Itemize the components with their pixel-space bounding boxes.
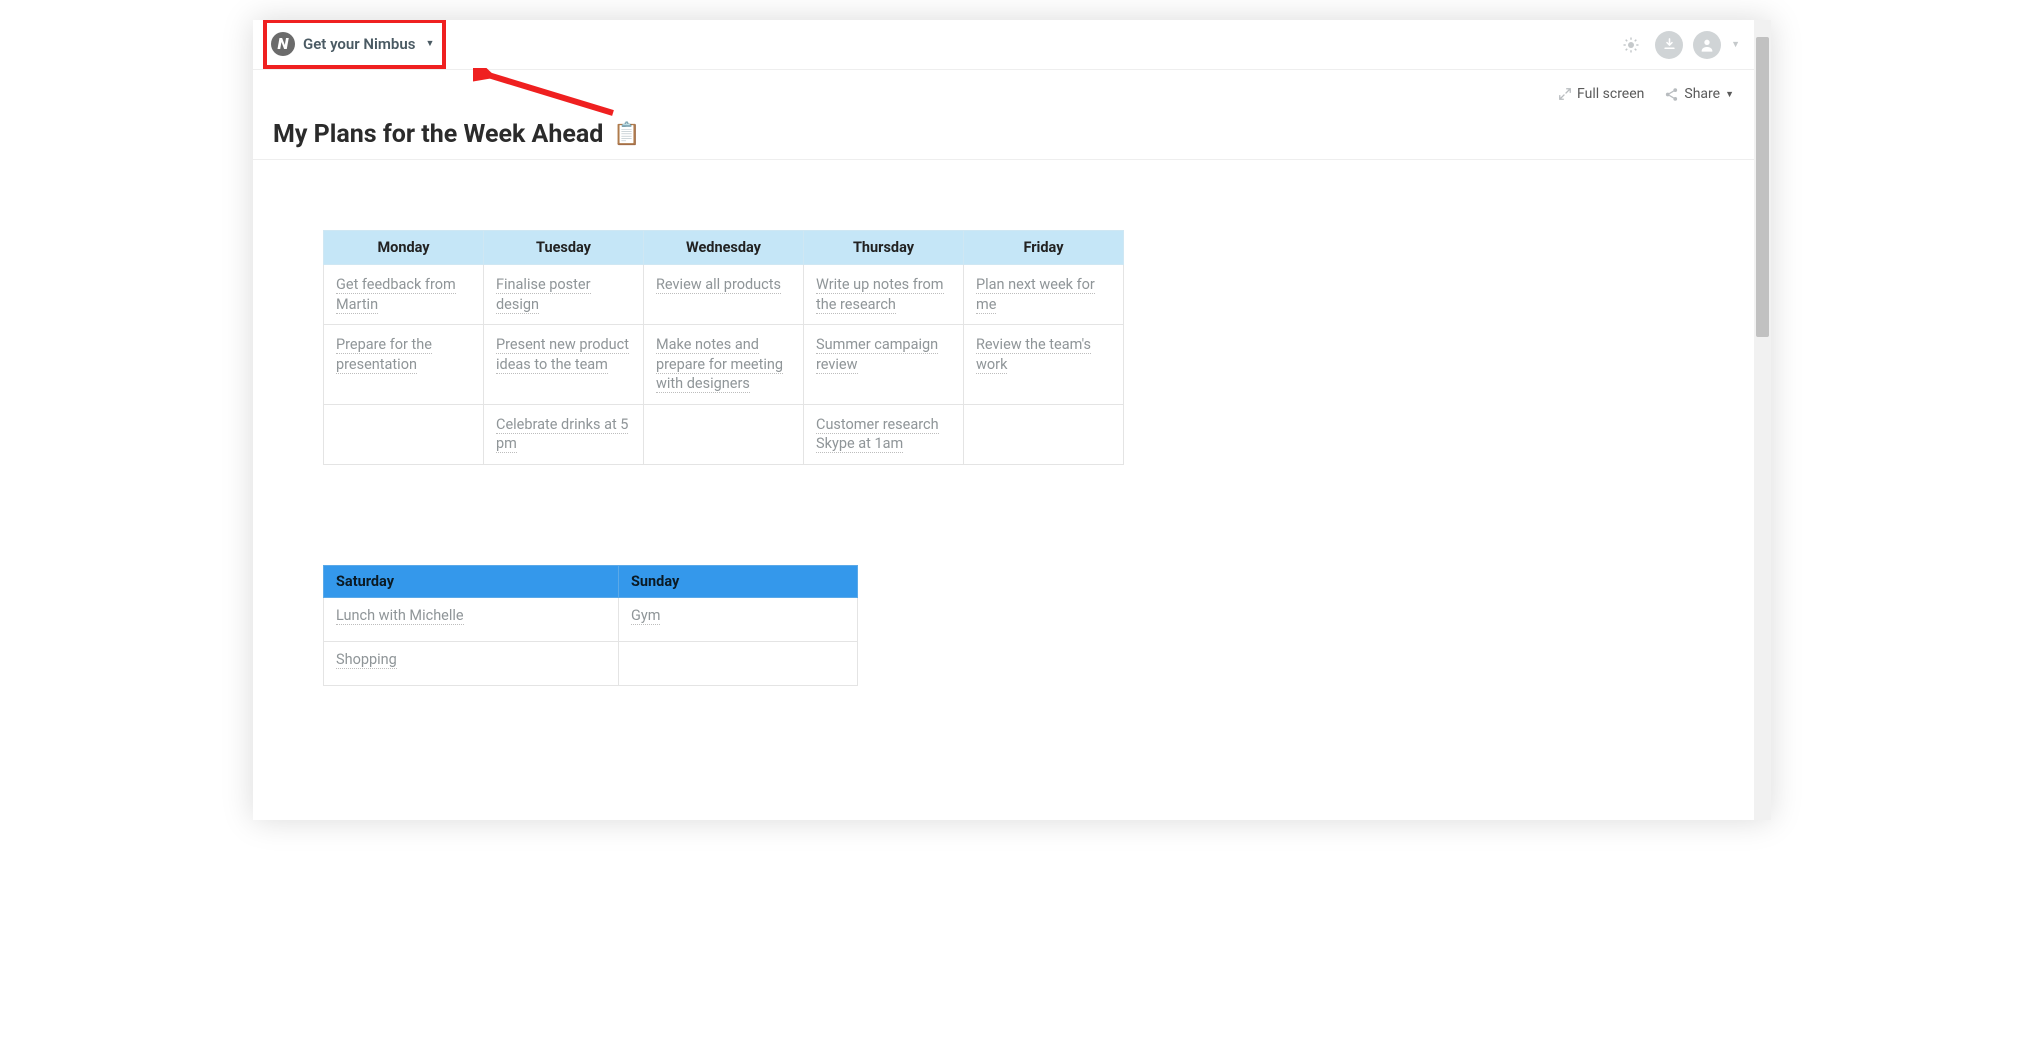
task-text: Lunch with Michelle	[336, 607, 464, 625]
table-row: Shopping	[324, 641, 858, 685]
task-text: Review the team's work	[976, 336, 1091, 374]
vertical-scrollbar[interactable]	[1754, 20, 1771, 820]
table-cell[interactable]	[644, 404, 804, 464]
task-text: Make notes and prepare for meeting with …	[656, 336, 783, 393]
col-header: Tuesday	[484, 231, 644, 265]
download-icon	[1662, 37, 1677, 52]
table-cell[interactable]: Shopping	[324, 641, 619, 685]
table-cell[interactable]: Celebrate drinks at 5 pm	[484, 404, 644, 464]
fullscreen-icon	[1558, 87, 1572, 101]
task-text: Finalise poster design	[496, 276, 591, 314]
profile-button[interactable]	[1693, 31, 1721, 59]
user-icon	[1699, 37, 1715, 53]
weekday-table: Monday Tuesday Wednesday Thursday Friday…	[323, 230, 1124, 465]
task-text: Summer campaign review	[816, 336, 938, 374]
task-text: Shopping	[336, 651, 397, 669]
task-text: Present new product ideas to the team	[496, 336, 629, 374]
table-cell[interactable]: Customer research Skype at 1am	[804, 404, 964, 464]
chevron-down-icon: ▼	[1725, 89, 1734, 100]
theme-toggle-button[interactable]	[1617, 31, 1645, 59]
table-cell[interactable]: Review the team's work	[964, 325, 1124, 405]
table-cell[interactable]: Present new product ideas to the team	[484, 325, 644, 405]
title-row: My Plans for the Week Ahead 📋	[253, 102, 1754, 160]
task-text: Celebrate drinks at 5 pm	[496, 416, 628, 454]
task-text: Plan next week for me	[976, 276, 1095, 314]
share-label: Share	[1684, 86, 1720, 102]
clipboard-icon: 📋	[613, 122, 640, 147]
table-cell[interactable]: Get feedback from Martin	[324, 265, 484, 325]
header-right: ▼	[1617, 31, 1740, 59]
task-text: Write up notes from the research	[816, 276, 944, 314]
scrollbar-thumb[interactable]	[1756, 37, 1769, 337]
tables-container: Monday Tuesday Wednesday Thursday Friday…	[253, 160, 1754, 726]
table-cell[interactable]: Review all products	[644, 265, 804, 325]
task-text: Gym	[631, 607, 660, 625]
brand-dropdown[interactable]: N Get your Nimbus ▼	[263, 20, 446, 69]
table-cell[interactable]	[619, 641, 858, 685]
download-button[interactable]	[1655, 31, 1683, 59]
page-title: My Plans for the Week Ahead	[273, 120, 603, 149]
table-row: Celebrate drinks at 5 pm Customer resear…	[324, 404, 1124, 464]
table-cell[interactable]: Plan next week for me	[964, 265, 1124, 325]
sun-icon	[1622, 36, 1640, 54]
col-header: Monday	[324, 231, 484, 265]
content-area: N Get your Nimbus ▼ ▼	[253, 20, 1754, 820]
table-row: Get feedback from Martin Finalise poster…	[324, 265, 1124, 325]
fullscreen-label: Full screen	[1577, 86, 1644, 102]
table-header-row: Monday Tuesday Wednesday Thursday Friday	[324, 231, 1124, 265]
table-cell[interactable]: Summer campaign review	[804, 325, 964, 405]
task-text: Customer research Skype at 1am	[816, 416, 939, 454]
table-cell[interactable]: Gym	[619, 597, 858, 641]
share-icon	[1664, 87, 1679, 102]
table-header-row: Saturday Sunday	[324, 565, 858, 597]
col-header: Wednesday	[644, 231, 804, 265]
col-header: Thursday	[804, 231, 964, 265]
task-text: Prepare for the presentation	[336, 336, 432, 374]
col-header: Saturday	[324, 565, 619, 597]
table-cell[interactable]	[964, 404, 1124, 464]
table-cell[interactable]: Make notes and prepare for meeting with …	[644, 325, 804, 405]
col-header: Friday	[964, 231, 1124, 265]
fullscreen-button[interactable]: Full screen	[1558, 86, 1644, 102]
table-row: Lunch with Michelle Gym	[324, 597, 858, 641]
app-window: N Get your Nimbus ▼ ▼	[253, 20, 1771, 820]
top-header: N Get your Nimbus ▼ ▼	[253, 20, 1754, 70]
action-bar: Full screen Share ▼	[253, 70, 1754, 102]
chevron-down-icon[interactable]: ▼	[1731, 39, 1740, 50]
weekend-table: Saturday Sunday Lunch with Michelle Gym …	[323, 565, 858, 686]
col-header: Sunday	[619, 565, 858, 597]
table-cell[interactable]: Prepare for the presentation	[324, 325, 484, 405]
task-text: Get feedback from Martin	[336, 276, 456, 314]
table-cell[interactable]: Lunch with Michelle	[324, 597, 619, 641]
table-cell[interactable]: Finalise poster design	[484, 265, 644, 325]
nimbus-logo-icon: N	[271, 32, 295, 56]
task-text: Review all products	[656, 276, 781, 294]
share-button[interactable]: Share ▼	[1664, 86, 1734, 102]
table-row: Prepare for the presentation Present new…	[324, 325, 1124, 405]
brand-label: Get your Nimbus	[303, 35, 415, 53]
table-cell[interactable]	[324, 404, 484, 464]
chevron-down-icon: ▼	[425, 38, 434, 49]
table-cell[interactable]: Write up notes from the research	[804, 265, 964, 325]
